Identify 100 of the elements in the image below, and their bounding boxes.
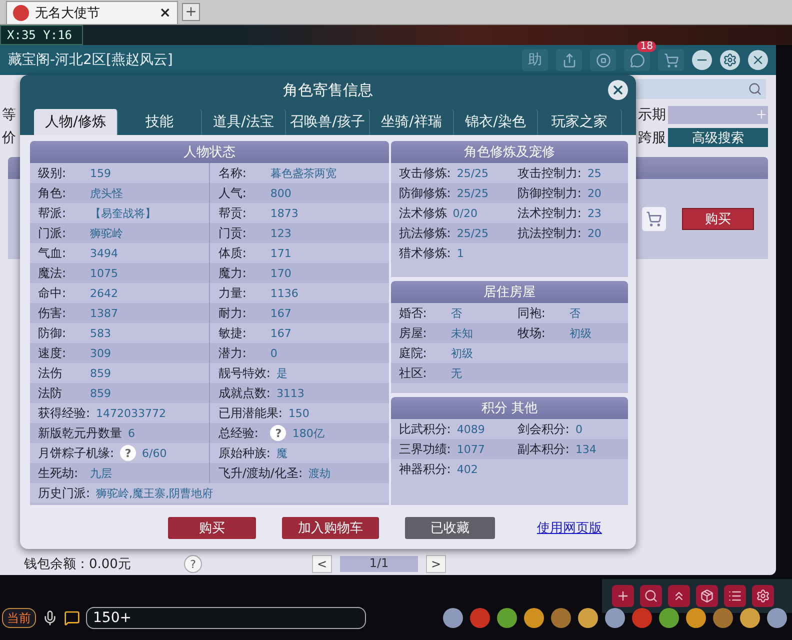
page-indicator: 1/1: [340, 556, 418, 572]
tab[interactable]: 召唤兽/孩子: [286, 109, 370, 135]
tab[interactable]: 道具/法宝: [202, 109, 286, 135]
field-label: 力量:: [218, 284, 248, 302]
field-value: 159: [90, 166, 111, 180]
web-version-link[interactable]: 使用网页版: [537, 519, 602, 537]
tab[interactable]: 玩家之家: [538, 109, 622, 135]
action-button[interactable]: 加入购物车: [282, 517, 379, 539]
field-value: 20: [587, 226, 602, 240]
buy-button[interactable]: 购买: [682, 208, 754, 230]
field-label: 猎术修炼:: [398, 244, 451, 262]
tab[interactable]: 坐骑/祥瑞: [370, 109, 454, 135]
field-value: 1387: [90, 306, 118, 320]
field-label: 婚否:: [398, 304, 428, 322]
field-value: 初级: [569, 326, 592, 340]
field-label: 伤害:: [38, 304, 68, 322]
field-value: 渡劫: [308, 466, 331, 480]
tab[interactable]: 人物/修炼: [34, 109, 118, 135]
next-page-button[interactable]: >: [426, 555, 446, 573]
field-value: 150: [288, 406, 310, 420]
field-value: 九层: [90, 466, 112, 480]
field-value: 0: [575, 422, 582, 436]
field-label: 新版乾元丹数量: [38, 424, 122, 442]
field-value: 无: [450, 366, 462, 380]
field-label: 月饼粽子机缘:: [38, 444, 114, 462]
list-icon[interactable]: [724, 585, 746, 607]
cart-icon[interactable]: [658, 49, 684, 71]
browser-tab[interactable]: 无名大使节 ×: [6, 1, 178, 24]
panel-title: 角色修炼及宠修: [390, 141, 628, 163]
field-value: 2642: [90, 286, 118, 300]
field-label: 人气:: [218, 184, 248, 202]
field-value: 1136: [270, 286, 298, 300]
field-value: 20: [587, 186, 602, 200]
map-coordinates: X:35 Y:16: [0, 25, 84, 45]
panel-title: 居住房屋: [390, 281, 628, 303]
chat-icon[interactable]: [624, 49, 650, 71]
field-value: 0/20: [452, 206, 478, 220]
field-value: 未知: [450, 326, 473, 340]
plus-icon: [755, 108, 768, 121]
favicon-icon: [13, 5, 29, 21]
field-label: 级别:: [38, 164, 68, 182]
search-icon[interactable]: [640, 585, 662, 607]
minimize-icon[interactable]: [692, 50, 712, 70]
help-mark[interactable]: ?: [270, 425, 286, 441]
field-label: 帮贡:: [218, 204, 248, 222]
tab[interactable]: 锦衣/染色: [454, 109, 538, 135]
microphone-icon[interactable]: [42, 610, 58, 626]
field-label: 命中:: [38, 284, 68, 302]
up-icon[interactable]: [668, 585, 690, 607]
panel-title: 积分 其他: [390, 397, 628, 419]
field-label: 靓号特效:: [218, 364, 270, 382]
search-field[interactable]: [636, 79, 766, 99]
field-value: 25/25: [456, 166, 489, 180]
field-value: 暮色盏茶两宽: [270, 166, 336, 180]
share-icon[interactable]: [556, 49, 582, 71]
field-label: 门贡:: [218, 224, 248, 242]
field-value: 【易奎战将】: [90, 206, 156, 220]
field-value: 859: [90, 366, 111, 380]
field-label: 抗法控制力:: [517, 224, 582, 242]
previous-page-button[interactable]: <: [312, 555, 332, 573]
close-icon[interactable]: [608, 80, 628, 100]
period-field[interactable]: [668, 106, 768, 124]
help-mark[interactable]: ?: [120, 445, 136, 461]
action-button[interactable]: 购买: [168, 517, 256, 539]
field-value: 否: [569, 306, 580, 320]
field-value: 1873: [270, 206, 298, 220]
field-label: 角色:: [38, 184, 68, 202]
chat-input[interactable]: 150+: [86, 607, 366, 629]
new-tab-button[interactable]: +: [182, 3, 200, 21]
field-value: 167: [270, 326, 292, 340]
field-value: 4089: [456, 422, 485, 436]
field-label: 潜力:: [218, 344, 248, 362]
field-label: 副本积分:: [517, 440, 570, 458]
cart-icon[interactable]: [642, 207, 666, 231]
box-icon[interactable]: [696, 585, 718, 607]
tab[interactable]: 技能: [118, 109, 202, 135]
advanced-search-button[interactable]: 高级搜索: [668, 128, 768, 147]
field-label: 生死劫:: [38, 464, 80, 482]
field-label: 速度:: [38, 344, 68, 362]
field-value: 25: [587, 166, 602, 180]
plus-icon[interactable]: [612, 585, 634, 607]
settings-icon[interactable]: [720, 50, 740, 70]
channel-button[interactable]: 当前: [2, 608, 36, 628]
field-label: 法术修炼: [398, 204, 447, 222]
field-value: 是: [276, 366, 288, 380]
help-button[interactable]: ?: [184, 555, 202, 573]
settings-icon[interactable]: [752, 585, 774, 607]
stop-icon[interactable]: [590, 49, 616, 71]
field-value: 170: [270, 266, 292, 280]
close-tab-button[interactable]: ×: [159, 5, 171, 21]
tab-title: 无名大使节: [35, 5, 101, 22]
field-label: 原始种族:: [218, 444, 270, 462]
field-value: 初级: [450, 346, 473, 360]
field-label: 房屋:: [398, 324, 428, 342]
close-icon[interactable]: [748, 50, 768, 70]
notification-badge: 18: [637, 41, 656, 52]
action-button[interactable]: 已收藏: [405, 517, 495, 539]
chat-bubble-icon[interactable]: [64, 610, 80, 626]
field-label: 法伤: [38, 364, 63, 382]
filter-label: 示期: [638, 106, 667, 124]
